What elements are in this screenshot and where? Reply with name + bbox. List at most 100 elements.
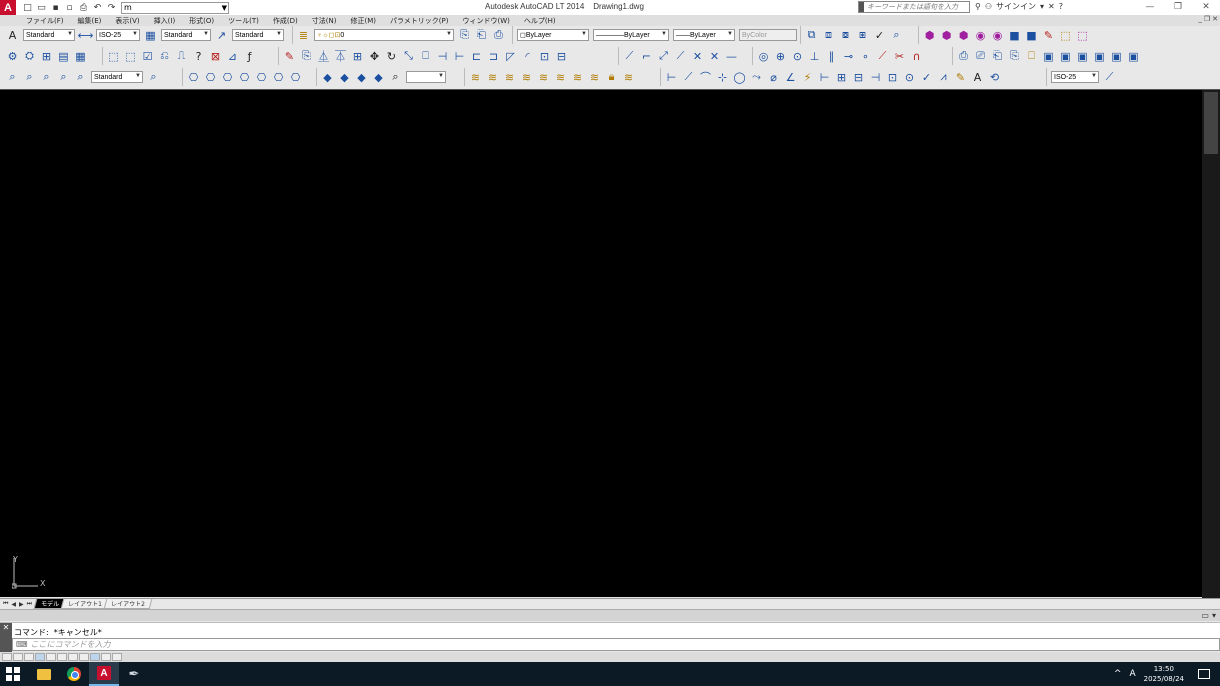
chart-icon[interactable]: ⊿ xyxy=(224,48,241,65)
line-icon[interactable]: ⟋ xyxy=(621,48,638,65)
doc-minimize-icon[interactable]: _ xyxy=(1198,15,1202,23)
autocad-taskbar-button[interactable]: A xyxy=(89,662,119,686)
viewport-3-icon[interactable]: ⧇ xyxy=(837,27,854,44)
layer-tool-5-icon[interactable]: ≋ xyxy=(535,69,552,86)
view-6-icon[interactable]: ⎔ xyxy=(270,69,287,86)
menu-view[interactable]: 表示(V) xyxy=(115,16,139,26)
close-button[interactable]: ✕ xyxy=(1192,0,1220,14)
trim-icon[interactable]: ⊣ xyxy=(434,48,451,65)
chevron-down-icon[interactable]: ▾ xyxy=(1040,2,1044,11)
menu-parametric[interactable]: パラメトリック(P) xyxy=(390,16,448,26)
break-icon[interactable]: ⊏ xyxy=(468,48,485,65)
shade-2-icon[interactable]: ◆ xyxy=(336,69,353,86)
polyline-icon[interactable]: ⌐ xyxy=(638,48,655,65)
grid-toggle[interactable] xyxy=(13,653,23,661)
rotate-icon[interactable]: ↻ xyxy=(383,48,400,65)
pan-icon[interactable]: ⌕ xyxy=(145,69,162,86)
mirror-icon[interactable]: ⏅ xyxy=(315,48,332,65)
vertical-scrollbar[interactable] xyxy=(1202,90,1220,598)
otrack-toggle[interactable] xyxy=(57,653,67,661)
insert-point-icon[interactable]: ⊸ xyxy=(840,48,857,65)
image-icon[interactable]: ▣ xyxy=(1040,48,1057,65)
node-icon[interactable]: ∘ xyxy=(857,48,874,65)
image-6-icon[interactable]: ▣ xyxy=(1125,48,1142,65)
circle-icon[interactable]: ◎ xyxy=(755,48,772,65)
print-icon[interactable]: ⎙ xyxy=(78,2,89,13)
tray-chevron-icon[interactable]: ^ xyxy=(1114,669,1122,679)
question-icon[interactable]: ? xyxy=(190,48,207,65)
dwg-icon[interactable]: ⎚ xyxy=(972,48,989,65)
mleader-style-icon[interactable]: ↗ xyxy=(213,27,230,44)
shade-icon[interactable]: ◆ xyxy=(319,69,336,86)
inspect-icon[interactable]: ✓ xyxy=(918,69,935,86)
lwt-toggle[interactable] xyxy=(90,653,100,661)
drawing-canvas[interactable]: Y X xyxy=(0,89,1220,598)
visual-style-combo[interactable]: Standard ▼ xyxy=(91,71,143,83)
undo-icon[interactable]: ↶ xyxy=(92,2,103,13)
spell-check-icon[interactable]: ✓ xyxy=(871,27,888,44)
ray-icon[interactable]: ⟋ xyxy=(672,48,689,65)
menu-format[interactable]: 形式(O) xyxy=(189,16,214,26)
view-3-icon[interactable]: ⎔ xyxy=(219,69,236,86)
doc-restore-icon[interactable]: ❐ xyxy=(1204,15,1210,23)
restore-button[interactable]: ❐ xyxy=(1164,0,1192,14)
pline-icon[interactable]: ⌕ xyxy=(4,69,21,86)
table-icon[interactable]: ▤ xyxy=(55,48,72,65)
snap-toggle[interactable] xyxy=(2,653,12,661)
dim-continue-icon[interactable]: ⊞ xyxy=(833,69,850,86)
select-icon[interactable]: ⬚ xyxy=(105,48,122,65)
image-3-icon[interactable]: ▣ xyxy=(1074,48,1091,65)
doc-close-icon[interactable]: ✕ xyxy=(1212,15,1218,23)
clock[interactable]: 13:50 2025/08/24 xyxy=(1144,664,1184,684)
viewport-icon[interactable]: ⧉ xyxy=(803,27,820,44)
tab-layout1[interactable]: レイアウト1 xyxy=(60,599,110,609)
jog-line-icon[interactable]: ⩘ xyxy=(935,69,952,86)
scale-icon[interactable]: ⤡ xyxy=(400,48,417,65)
lineweight-combo[interactable]: —— ByLayer ▼ xyxy=(673,29,735,41)
dim-update-icon[interactable]: ⟲ xyxy=(986,69,1003,86)
unlock-icon[interactable]: ≋ xyxy=(620,69,637,86)
dim-text-icon[interactable]: A xyxy=(969,69,986,86)
scroll-thumb[interactable] xyxy=(1204,92,1218,154)
folder-ref-icon[interactable]: ⎕ xyxy=(1023,48,1040,65)
dim-angular-icon[interactable]: ∠ xyxy=(782,69,799,86)
magnet-icon[interactable]: ∩ xyxy=(908,48,925,65)
move-icon[interactable]: ⎍ xyxy=(173,48,190,65)
array-icon[interactable]: ⊞ xyxy=(349,48,366,65)
linetype-combo[interactable]: ———— ByLayer ▼ xyxy=(593,29,669,41)
chamfer-icon[interactable]: ◸ xyxy=(502,48,519,65)
block-icon[interactable]: ⛭ xyxy=(21,48,38,65)
text-style-icon[interactable]: A xyxy=(4,27,21,44)
menu-file[interactable]: ファイル(F) xyxy=(26,16,64,26)
match-icon[interactable]: ⚙ xyxy=(4,48,21,65)
command-prompt-icon[interactable]: ⌨ xyxy=(16,640,28,649)
command-input[interactable]: ⌨ ここにコマンドを入力 xyxy=(12,638,1220,651)
dim-break-icon[interactable]: ⊣ xyxy=(867,69,884,86)
chrome-button[interactable] xyxy=(59,662,89,686)
dash-icon[interactable]: — xyxy=(723,48,740,65)
new-file-icon[interactable]: □ xyxy=(22,2,33,13)
shade-4-icon[interactable]: ◆ xyxy=(370,69,387,86)
notification-icon[interactable] xyxy=(1198,669,1210,679)
first-tab-icon[interactable]: ⏮ xyxy=(3,600,8,608)
user-icon[interactable]: ⚇ xyxy=(985,2,992,11)
blue-square-2-icon[interactable]: ■ xyxy=(1023,27,1040,44)
save-as-icon[interactable]: ▫ xyxy=(64,2,75,13)
fx-icon[interactable]: ƒ xyxy=(241,48,258,65)
zoom-icon[interactable]: ⌕ xyxy=(21,69,38,86)
snap-center-icon[interactable]: ⊙ xyxy=(789,48,806,65)
app-taskbar-button[interactable]: ✒ xyxy=(119,662,149,686)
osnap-toggle[interactable] xyxy=(46,653,56,661)
snap-circle-icon[interactable]: ⊕ xyxy=(772,48,789,65)
tolerance-icon[interactable]: ⊡ xyxy=(884,69,901,86)
copy-icon[interactable]: ⎘ xyxy=(298,48,315,65)
xline-icon[interactable]: ✕ xyxy=(689,48,706,65)
center-mark-icon[interactable]: ⊙ xyxy=(901,69,918,86)
join-icon[interactable]: ⊐ xyxy=(485,48,502,65)
dim-diameter-icon[interactable]: ⌀ xyxy=(765,69,782,86)
layer-tool-3-icon[interactable]: ≋ xyxy=(501,69,518,86)
box-2-icon[interactable]: ⬚ xyxy=(1074,27,1091,44)
zoom-realtime-icon[interactable]: ⌕ xyxy=(387,69,404,86)
menu-draw[interactable]: 作成(D) xyxy=(273,16,298,26)
delete-icon[interactable]: ⊠ xyxy=(207,48,224,65)
